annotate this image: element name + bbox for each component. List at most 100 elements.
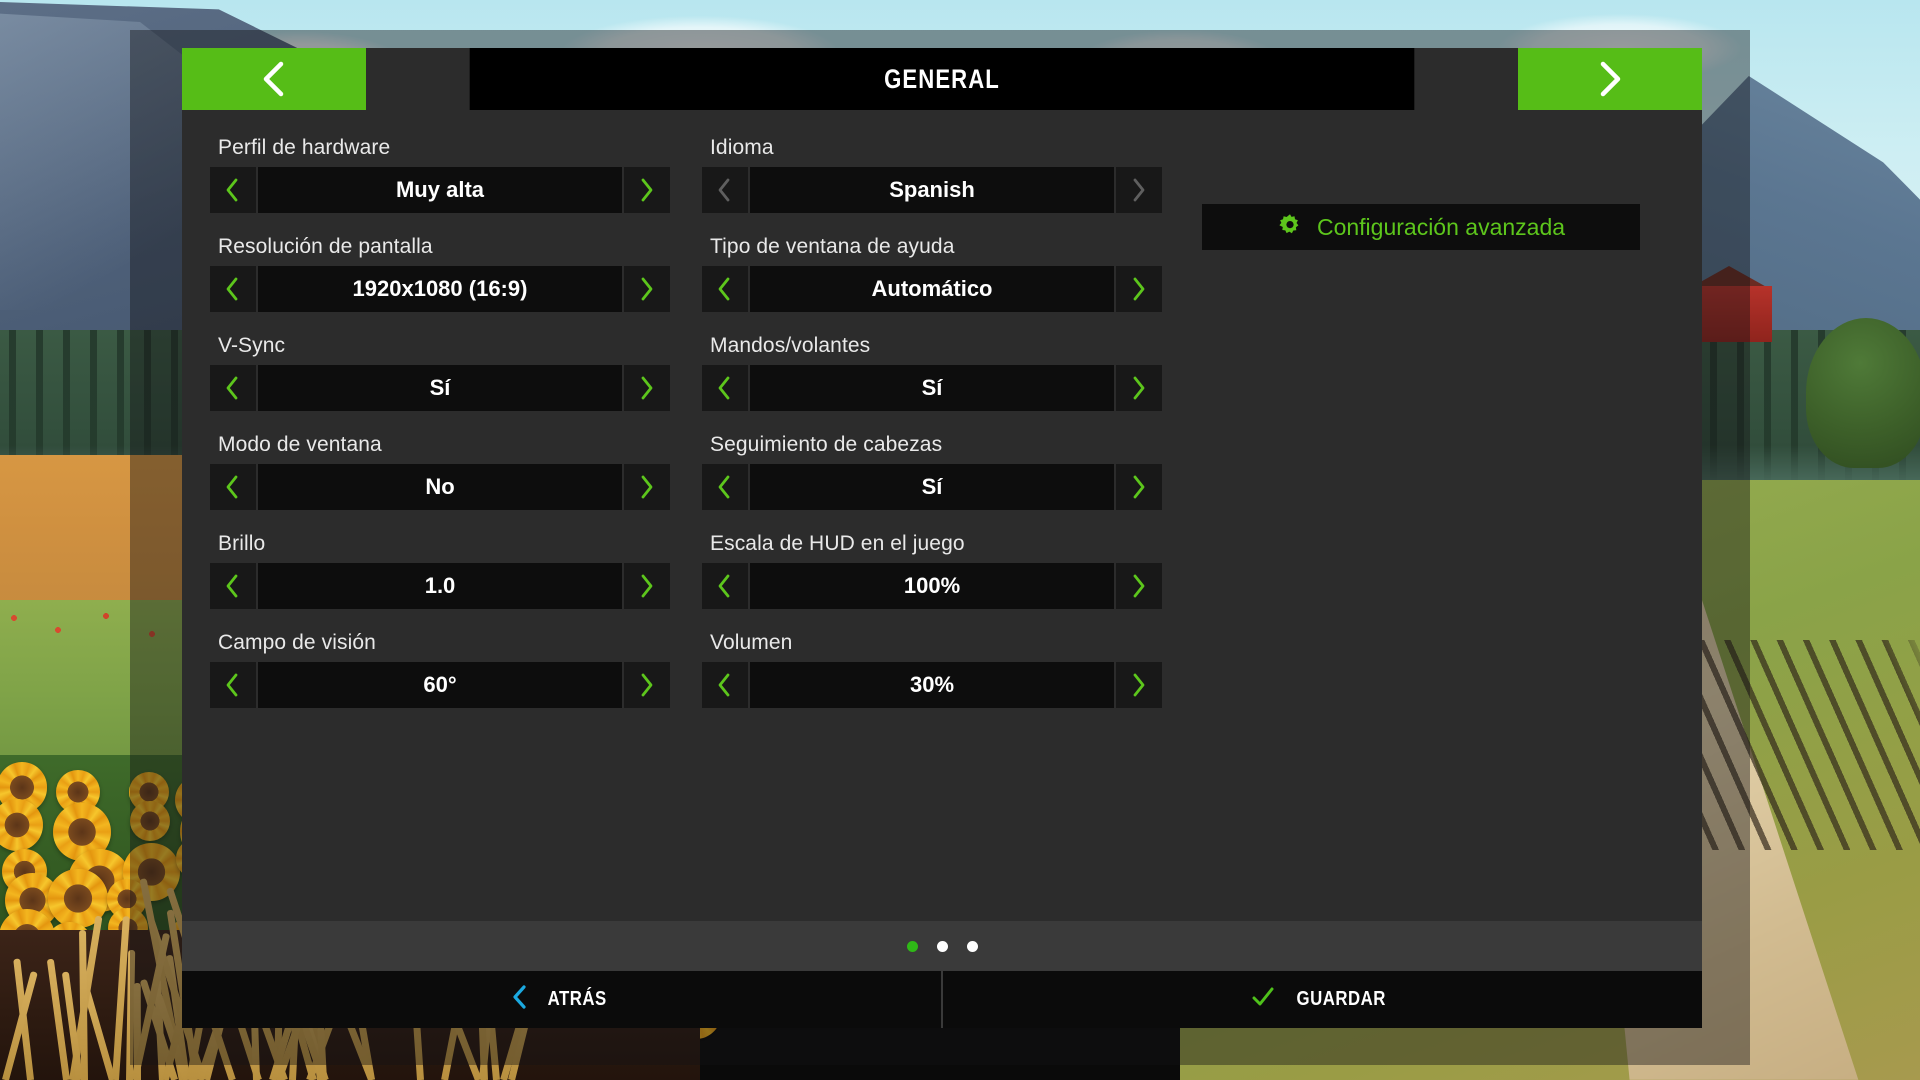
chevron-right-icon <box>1593 58 1627 100</box>
setting-left-2: V-Sync Sí <box>210 334 670 411</box>
setting-control-row: Muy alta <box>210 167 670 213</box>
chevron-right-icon <box>1126 472 1152 502</box>
chevron-left-icon <box>220 175 246 205</box>
chevron-right-icon <box>634 373 660 403</box>
setting-value[interactable]: Sí <box>258 365 622 411</box>
chevron-right-icon <box>634 670 660 700</box>
setting-left-3: Modo de ventana No <box>210 433 670 510</box>
decrement-button[interactable] <box>702 662 748 708</box>
setting-value[interactable]: Sí <box>750 365 1114 411</box>
setting-right-2: Mandos/volantes Sí <box>702 334 1162 411</box>
setting-label: Campo de visión <box>218 631 376 654</box>
setting-value[interactable]: Sí <box>750 464 1114 510</box>
chevron-right-icon <box>634 472 660 502</box>
advanced-settings-button[interactable]: Configuración avanzada <box>1202 204 1640 250</box>
chevron-left-icon <box>220 571 246 601</box>
chevron-right-icon <box>634 274 660 304</box>
page-dot-2[interactable] <box>936 940 948 952</box>
advanced-settings-label: Configuración avanzada <box>1316 213 1566 240</box>
game-settings-screen: GENERAL Perfil de hardware Muy alta Resolu… <box>0 0 1920 1080</box>
increment-button[interactable] <box>624 365 670 411</box>
setting-control-row: 60° <box>210 662 670 708</box>
page-dot-3[interactable] <box>966 940 978 952</box>
chevron-left-icon <box>712 571 738 601</box>
setting-control-row: No <box>210 464 670 510</box>
tree-foliage-c <box>1806 318 1920 468</box>
page-title: GENERAL <box>469 48 1415 110</box>
decrement-button[interactable] <box>210 563 256 609</box>
page-dot-1[interactable] <box>906 940 918 952</box>
chevron-left-icon <box>220 373 246 403</box>
setting-value[interactable]: 60° <box>258 662 622 708</box>
setting-control-row: Sí <box>702 464 1162 510</box>
setting-control-row: 30% <box>702 662 1162 708</box>
decrement-button[interactable] <box>702 266 748 312</box>
setting-value[interactable]: Automático <box>750 266 1114 312</box>
chevron-left-icon <box>712 472 738 502</box>
setting-label: Brillo <box>218 532 266 555</box>
setting-value[interactable]: 30% <box>750 662 1114 708</box>
increment-button[interactable] <box>624 662 670 708</box>
increment-button <box>1116 167 1162 213</box>
advanced-settings-area: Configuración avanzada <box>1202 204 1640 250</box>
check-icon <box>1251 985 1275 1015</box>
chevron-right-icon <box>1126 373 1152 403</box>
decrement-button[interactable] <box>210 464 256 510</box>
decrement-button[interactable] <box>210 266 256 312</box>
setting-label: Modo de ventana <box>218 433 382 456</box>
setting-label: Volumen <box>710 631 793 654</box>
chevron-right-icon <box>1126 571 1152 601</box>
chevron-right-icon <box>634 175 660 205</box>
setting-value[interactable]: Muy alta <box>258 167 622 213</box>
decrement-button[interactable] <box>702 365 748 411</box>
setting-control-row: Automático <box>702 266 1162 312</box>
increment-button[interactable] <box>1116 365 1162 411</box>
increment-button[interactable] <box>1116 662 1162 708</box>
chevron-right-icon <box>1126 175 1152 205</box>
setting-label: Perfil de hardware <box>218 136 391 159</box>
setting-control-row: Sí <box>702 365 1162 411</box>
increment-button[interactable] <box>1116 563 1162 609</box>
increment-button[interactable] <box>1116 464 1162 510</box>
setting-value[interactable]: No <box>258 464 622 510</box>
increment-button[interactable] <box>1116 266 1162 312</box>
back-label: ATRÁS <box>547 988 607 1010</box>
increment-button[interactable] <box>624 464 670 510</box>
increment-button[interactable] <box>624 167 670 213</box>
settings-body: Perfil de hardware Muy alta Resolución de … <box>182 110 1702 921</box>
setting-value[interactable]: 1.0 <box>258 563 622 609</box>
setting-right-0: Idioma Spanish <box>702 136 1162 213</box>
decrement-button <box>702 167 748 213</box>
chevron-left-icon <box>257 58 291 100</box>
increment-button[interactable] <box>624 266 670 312</box>
decrement-button[interactable] <box>702 563 748 609</box>
setting-left-4: Brillo 1.0 <box>210 532 670 609</box>
setting-control-row: 1.0 <box>210 563 670 609</box>
setting-value[interactable]: 1920x1080 (16:9) <box>258 266 622 312</box>
decrement-button[interactable] <box>210 167 256 213</box>
setting-label: Tipo de ventana de ayuda <box>710 235 955 258</box>
setting-value[interactable]: 100% <box>750 563 1114 609</box>
chevron-left-icon <box>220 472 246 502</box>
settings-column-right: Idioma Spanish Tipo de ventana de ayuda Aut… <box>702 136 1162 730</box>
setting-left-1: Resolución de pantalla 1920x1080 (16:9) <box>210 235 670 312</box>
save-button[interactable]: GUARDAR <box>943 971 1702 1028</box>
increment-button[interactable] <box>624 563 670 609</box>
decrement-button[interactable] <box>210 662 256 708</box>
decrement-button[interactable] <box>702 464 748 510</box>
setting-label: Resolución de pantalla <box>218 235 433 258</box>
setting-right-4: Escala de HUD en el juego 100% <box>702 532 1162 609</box>
page-indicator <box>182 921 1702 971</box>
setting-label: Mandos/volantes <box>710 334 871 357</box>
chevron-left-icon <box>712 373 738 403</box>
chevron-left-icon <box>712 175 738 205</box>
chevron-left-icon <box>712 670 738 700</box>
save-label: GUARDAR <box>1296 988 1386 1010</box>
setting-value[interactable]: Spanish <box>750 167 1114 213</box>
setting-label: Escala de HUD en el juego <box>710 532 965 555</box>
decrement-button[interactable] <box>210 365 256 411</box>
setting-control-row: 100% <box>702 563 1162 609</box>
previous-category-button[interactable] <box>182 48 366 110</box>
next-category-button[interactable] <box>1518 48 1702 110</box>
back-button[interactable]: ATRÁS <box>182 971 941 1028</box>
